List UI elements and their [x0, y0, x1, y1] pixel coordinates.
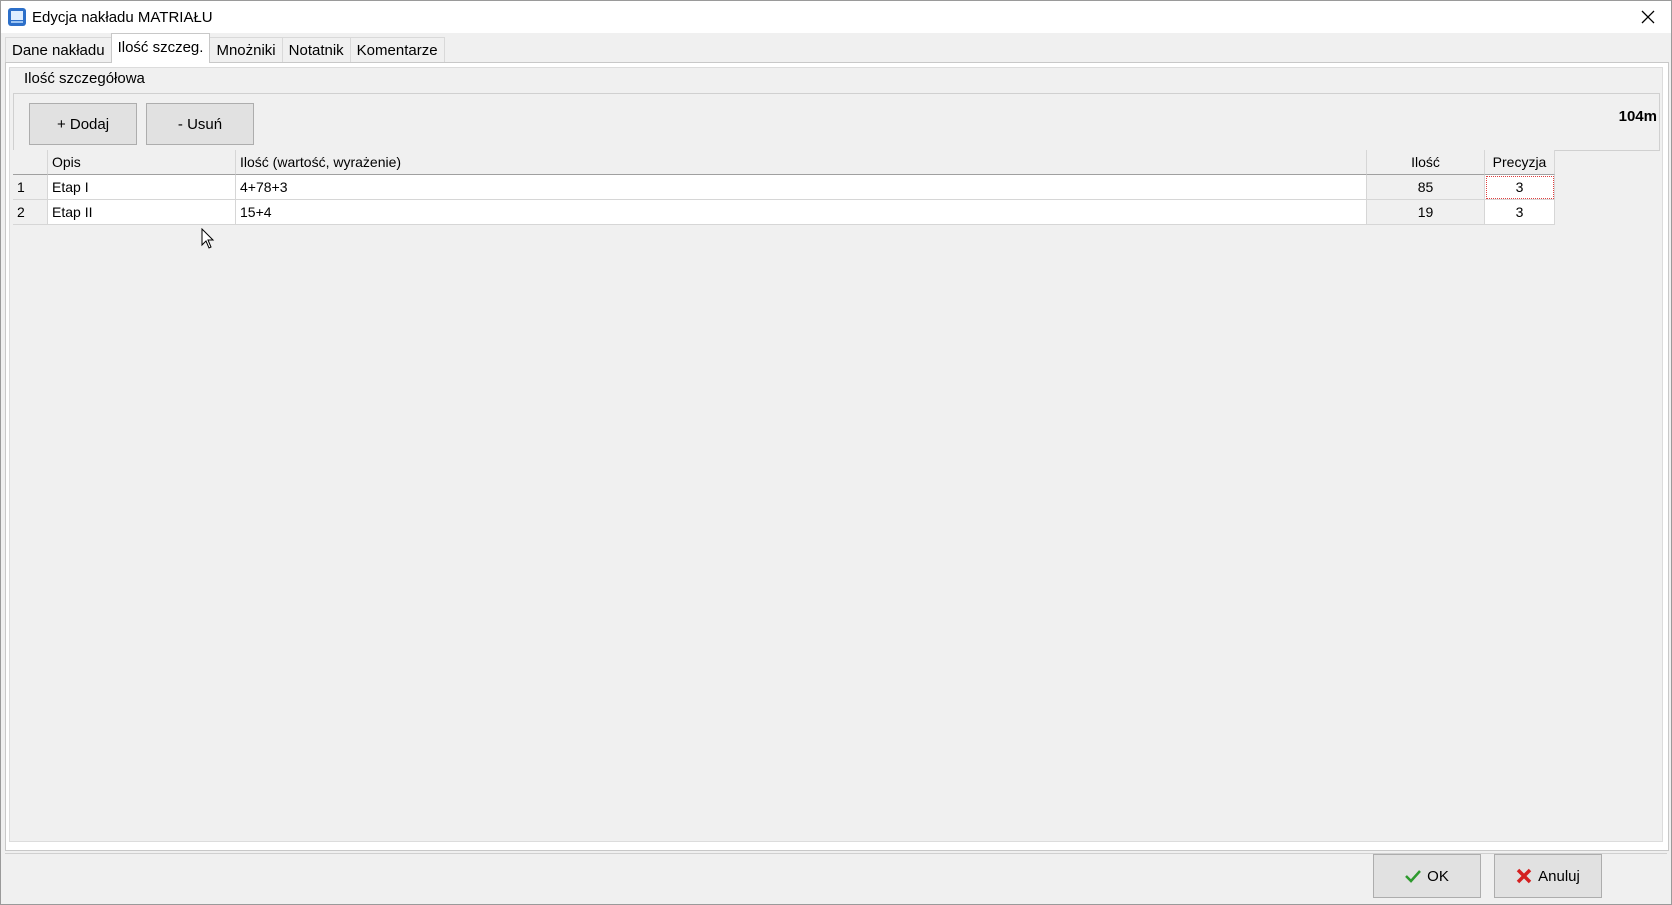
cell-opis[interactable]: Etap II	[48, 200, 236, 225]
checkmark-icon	[1405, 870, 1422, 883]
remove-button[interactable]: - Usuń	[146, 103, 254, 145]
dialog-footer: OK Anuluj	[5, 853, 1667, 901]
cell-expression[interactable]: 15+4	[236, 200, 1367, 225]
detail-quantity-group: Ilość szczegółowa + Dodaj - Usuń 104m Op…	[9, 67, 1663, 842]
cancel-button[interactable]: Anuluj	[1494, 854, 1602, 898]
cell-precyzja[interactable]: 3	[1485, 175, 1555, 200]
cell-ilosc: 85	[1367, 175, 1485, 200]
tab-content: Ilość szczegółowa + Dodaj - Usuń 104m Op…	[5, 62, 1669, 851]
tab-komentarze[interactable]: Komentarze	[349, 37, 445, 63]
window-title: Edycja nakładu MATRIAŁU	[32, 9, 213, 26]
table-row[interactable]: 2 Etap II 15+4 19 3	[13, 200, 1558, 225]
cell-expression[interactable]: 4+78+3	[236, 175, 1367, 200]
table-row[interactable]: 1 Etap I 4+78+3 85 3	[13, 175, 1558, 200]
header-row-number	[13, 150, 48, 175]
cell-precyzja[interactable]: 3	[1485, 200, 1555, 225]
cell-ilosc: 19	[1367, 200, 1485, 225]
header-opis[interactable]: Opis	[48, 150, 236, 175]
tab-notatnik[interactable]: Notatnik	[281, 37, 351, 63]
tab-ilosc-szczeg[interactable]: Ilość szczeg.	[110, 33, 211, 63]
total-quantity: 104m	[1618, 108, 1657, 125]
tab-dane-nakladu[interactable]: Dane nakładu	[5, 37, 112, 63]
cancel-label: Anuluj	[1538, 867, 1580, 885]
tab-mnozniki[interactable]: Mnożniki	[209, 37, 283, 63]
toolbar-panel: + Dodaj - Usuń 104m	[13, 93, 1660, 151]
close-button[interactable]	[1625, 1, 1671, 33]
add-button[interactable]: + Dodaj	[29, 103, 137, 145]
ok-label: OK	[1427, 867, 1449, 885]
table-header: Opis Ilość (wartość, wyrażenie) Ilość Pr…	[13, 150, 1558, 175]
tab-strip: Dane nakładu Ilość szczeg. Mnożniki Nota…	[5, 33, 445, 63]
header-ilosc[interactable]: Ilość	[1367, 150, 1485, 175]
cell-opis[interactable]: Etap I	[48, 175, 236, 200]
dialog-window: Edycja nakładu MATRIAŁU Dane nakładu Ilo…	[0, 0, 1672, 905]
header-expression[interactable]: Ilość (wartość, wyrażenie)	[236, 150, 1367, 175]
x-icon	[1516, 868, 1532, 884]
close-icon	[1641, 10, 1655, 24]
app-icon	[8, 8, 26, 26]
group-title: Ilość szczegółowa	[22, 70, 147, 87]
header-precyzja[interactable]: Precyzja	[1485, 150, 1555, 175]
ok-button[interactable]: OK	[1373, 854, 1481, 898]
mouse-cursor-icon	[201, 228, 215, 249]
row-number: 2	[13, 200, 48, 225]
row-number: 1	[13, 175, 48, 200]
title-bar: Edycja nakładu MATRIAŁU	[1, 1, 1671, 33]
quantity-table: Opis Ilość (wartość, wyrażenie) Ilość Pr…	[13, 150, 1558, 225]
